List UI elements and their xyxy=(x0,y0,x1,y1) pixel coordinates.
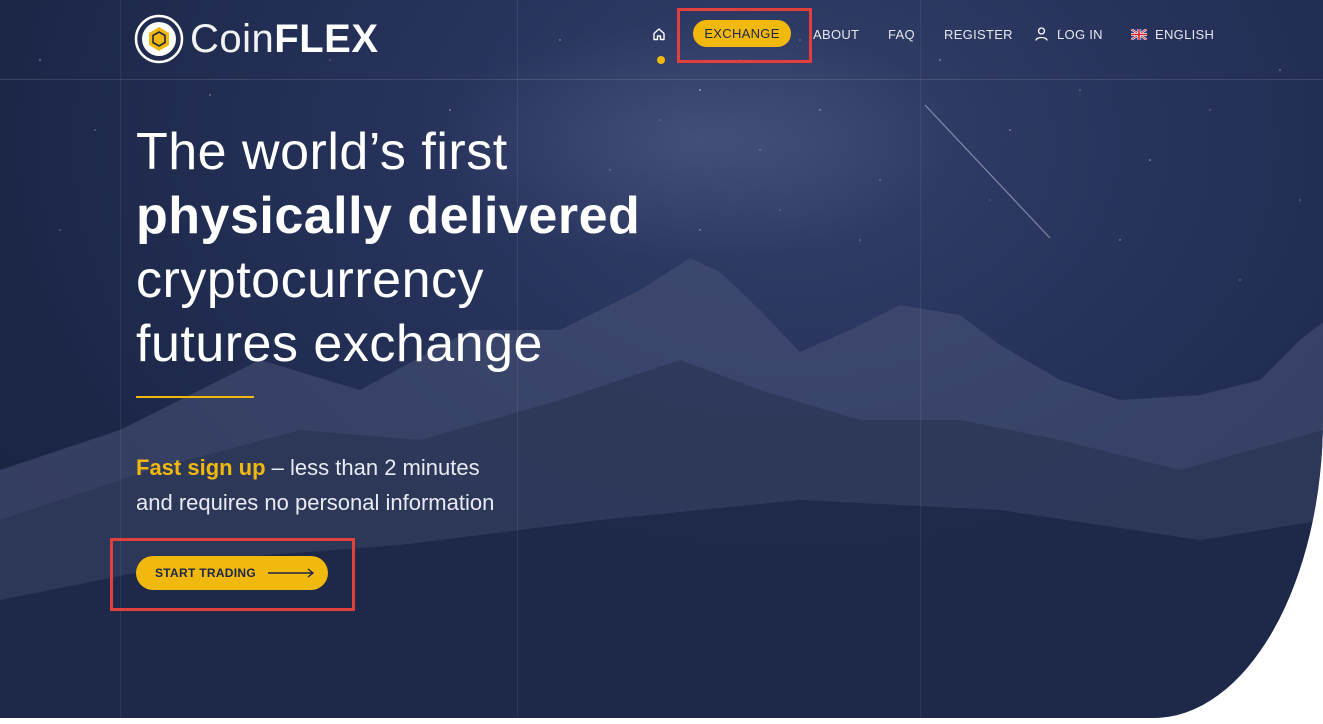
coinflex-logo-icon xyxy=(134,14,184,64)
subtext-accent: Fast sign up xyxy=(136,455,266,480)
nav-about-label: ABOUT xyxy=(813,26,860,42)
highlight-box-start-trading xyxy=(110,538,355,611)
language-label: ENGLISH xyxy=(1155,26,1215,42)
nav-about[interactable]: ABOUT xyxy=(813,18,859,50)
highlight-box-exchange xyxy=(677,8,812,63)
nav-register[interactable]: REGISTER xyxy=(944,18,1013,50)
headline-line-1: The world’s first xyxy=(136,123,508,181)
nav-faq[interactable]: FAQ xyxy=(888,18,915,50)
nav-register-label: REGISTER xyxy=(944,26,1013,42)
header-divider xyxy=(0,79,1323,80)
nav-login[interactable]: LOG IN xyxy=(1035,18,1103,50)
nav-home[interactable] xyxy=(648,18,670,50)
subtext-line-1: Fast sign up – less than 2 minutes xyxy=(136,450,494,485)
subtext-rest: – less than 2 minutes xyxy=(265,455,480,480)
uk-flag-icon xyxy=(1131,28,1147,40)
subtext-line-2: and requires no personal information xyxy=(136,490,495,515)
hero-subtext: Fast sign up – less than 2 minutes and r… xyxy=(136,450,494,520)
brand-wordmark: CoinFLEX xyxy=(190,14,379,64)
headline-line-3: cryptocurrency xyxy=(136,251,484,309)
nav-faq-label: FAQ xyxy=(888,26,915,42)
coinflex-logo[interactable]: CoinFLEX xyxy=(134,14,379,64)
language-selector[interactable]: ENGLISH xyxy=(1131,18,1214,50)
headline-line-4: futures exchange xyxy=(136,315,543,373)
nav-login-label: LOG IN xyxy=(1057,26,1103,42)
brand-name-light: Coin xyxy=(190,17,275,61)
brand-name-bold: FLEX xyxy=(274,17,379,61)
active-indicator-dot xyxy=(657,56,665,64)
headline-underline xyxy=(136,396,254,398)
hero-headline: The world’s first physically delivered c… xyxy=(136,120,640,376)
headline-line-2: physically delivered xyxy=(136,187,641,245)
home-icon xyxy=(653,28,665,41)
grid-line xyxy=(920,0,921,718)
user-icon xyxy=(1035,27,1048,41)
